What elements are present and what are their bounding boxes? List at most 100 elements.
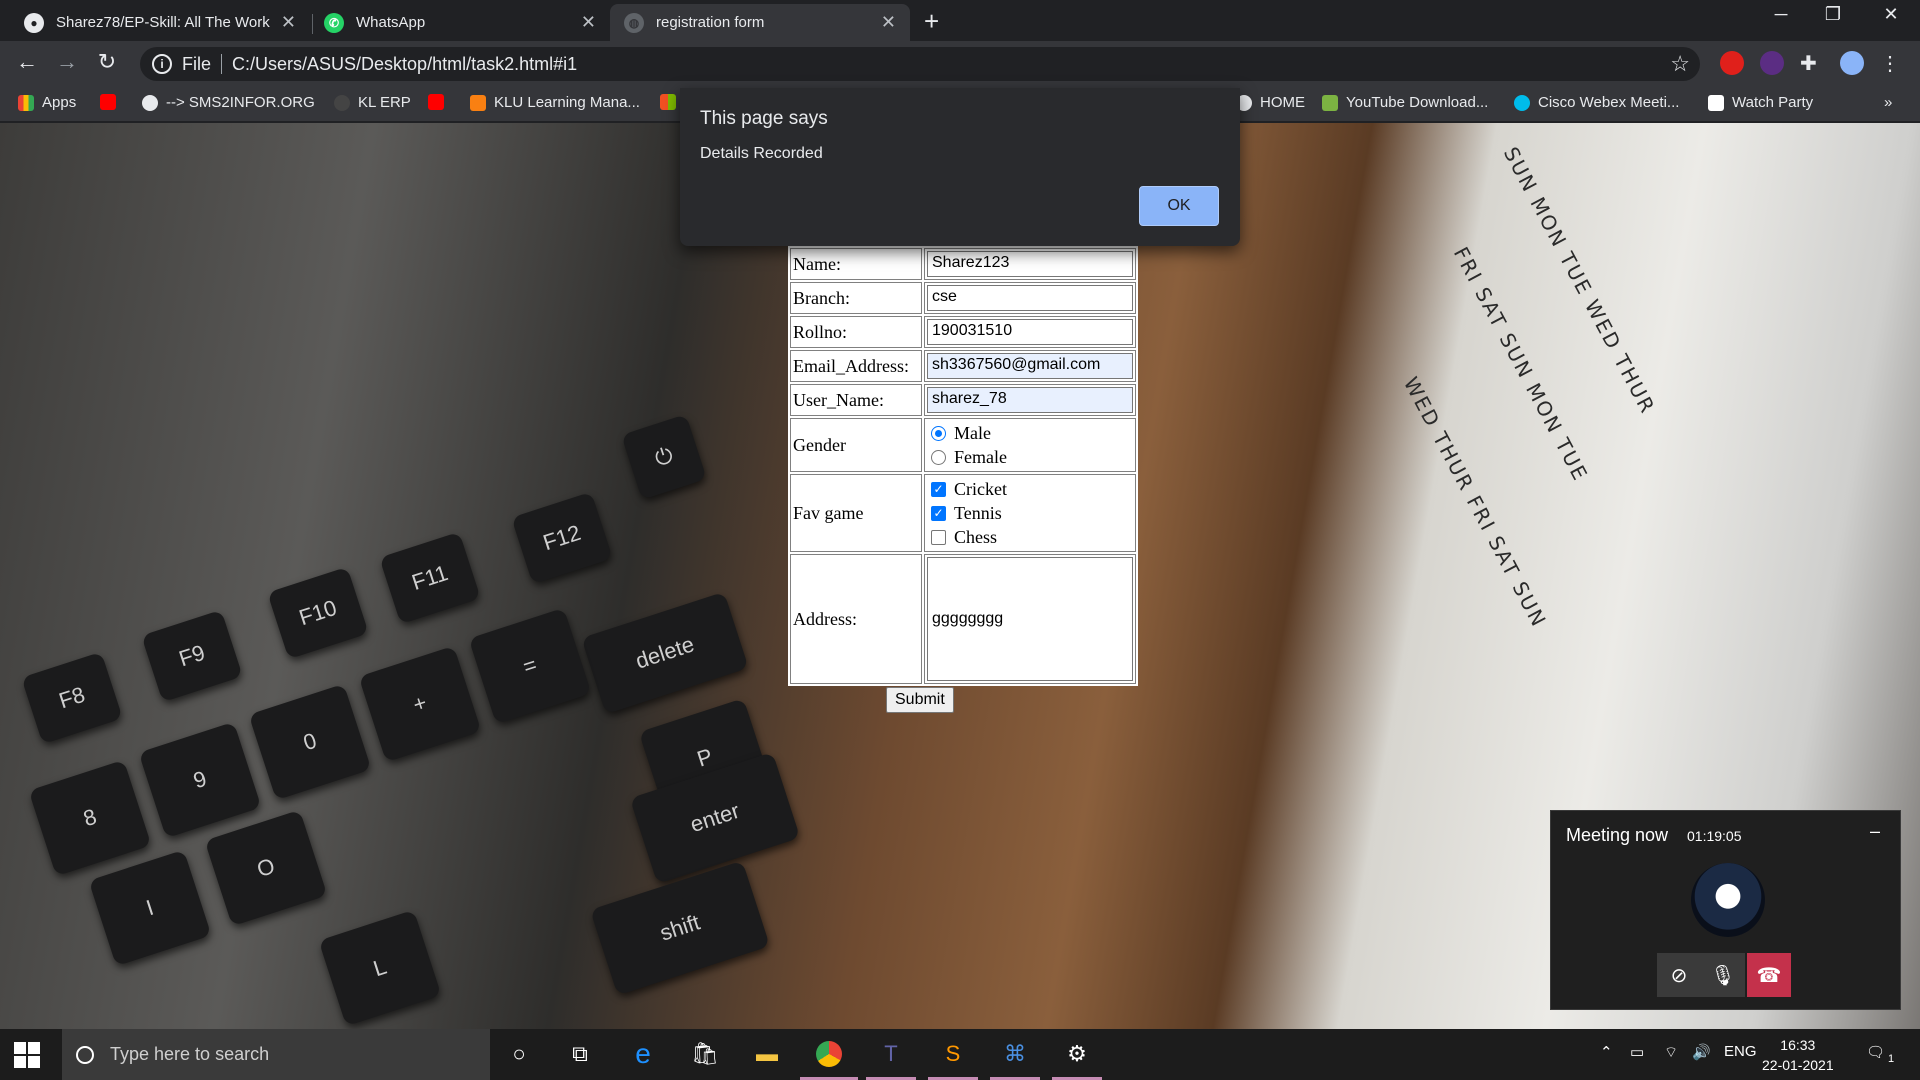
file-explorer-icon[interactable]: ▬: [750, 1037, 784, 1071]
download-icon: [1322, 94, 1338, 111]
taskbar-search-box[interactable]: Type here to search: [62, 1029, 490, 1080]
network-app-icon[interactable]: ⌘: [998, 1037, 1032, 1071]
cortana-icon[interactable]: ○: [502, 1037, 536, 1071]
address-label: Address:: [790, 554, 922, 684]
bookmarks-overflow-button[interactable]: »: [1884, 94, 1892, 111]
whatsapp-icon: ✆: [324, 12, 344, 33]
username-input[interactable]: sharez_78: [927, 387, 1133, 413]
edge-icon[interactable]: e: [626, 1037, 660, 1071]
wallpaper-key: F10: [267, 566, 369, 660]
amazon-icon: [1708, 94, 1724, 111]
meeting-now-popup[interactable]: Meeting now 01:19:05 – ⊘ 🎙 ☎: [1550, 810, 1901, 1010]
extension-icon-purple[interactable]: [1760, 51, 1784, 75]
menu-kebab-icon[interactable]: ⋮: [1880, 51, 1904, 75]
battery-icon[interactable]: ▭: [1630, 1043, 1644, 1061]
close-window-button[interactable]: ✕: [1868, 4, 1914, 25]
bookmark-youtube-download[interactable]: YouTube Download...: [1322, 94, 1488, 111]
wifi-icon[interactable]: ⌔: [1664, 1043, 1678, 1062]
branch-label: Branch:: [790, 282, 922, 314]
puzzle-icon[interactable]: ✚: [1800, 51, 1824, 75]
tennis-checkbox[interactable]: ✓: [931, 505, 946, 521]
bookmark-label: Cisco Webex Meeti...: [1538, 94, 1680, 111]
address-bar[interactable]: i File C:/Users/ASUS/Desktop/html/task2.…: [140, 47, 1700, 81]
camera-off-icon[interactable]: ⊘: [1657, 953, 1701, 997]
chrome-icon[interactable]: [812, 1037, 846, 1071]
male-radio[interactable]: [931, 425, 946, 441]
username-label: User_Name:: [790, 384, 922, 416]
close-icon[interactable]: ✕: [881, 12, 896, 33]
close-icon[interactable]: ✕: [581, 12, 596, 33]
notification-icon[interactable]: 🗨: [1866, 1043, 1885, 1061]
bookmark-watch-party[interactable]: Watch Party: [1708, 94, 1813, 111]
apps-grid-icon: [18, 94, 34, 111]
info-icon[interactable]: i: [152, 54, 172, 74]
minimize-icon[interactable]: –: [1870, 821, 1880, 842]
address-textarea[interactable]: gggggggg: [927, 557, 1133, 681]
globe-icon: [142, 94, 158, 111]
tab-registration-form[interactable]: ◍ registration form ✕: [610, 4, 910, 41]
windows-start-icon[interactable]: [14, 1042, 40, 1068]
wallpaper-key: +: [358, 645, 482, 763]
game-option-cricket[interactable]: ✓ Cricket: [927, 477, 1133, 501]
store-icon[interactable]: 🛍: [688, 1037, 722, 1071]
name-input[interactable]: Sharez123: [927, 251, 1133, 277]
youtube-icon: [100, 94, 116, 110]
wallpaper-key: 8: [28, 759, 152, 877]
hang-up-icon[interactable]: ☎: [1747, 953, 1791, 997]
bookmark-klu-learning[interactable]: KLU Learning Mana...: [470, 94, 640, 111]
windows-taskbar: Type here to search ○ ⧉ e 🛍 ▬ T S ⌘ ⚙ ⌃ …: [0, 1029, 1920, 1080]
search-placeholder: Type here to search: [110, 1044, 270, 1064]
cricket-checkbox[interactable]: ✓: [931, 481, 946, 497]
volume-icon[interactable]: 🔊: [1692, 1043, 1711, 1061]
tab-github[interactable]: ● Sharez78/EP-Skill: All The Work n ✕: [10, 4, 310, 41]
mic-off-icon[interactable]: 🎙: [1701, 953, 1745, 997]
wallpaper-key: shift: [590, 860, 770, 996]
sublime-text-icon[interactable]: S: [936, 1037, 970, 1071]
gender-option-male[interactable]: Male: [927, 421, 1133, 445]
bookmark-apps[interactable]: Apps: [18, 94, 76, 111]
language-indicator[interactable]: ENG: [1724, 1043, 1757, 1060]
bookmark-youtube-2[interactable]: [428, 94, 452, 110]
rollno-label: Rollno:: [790, 316, 922, 348]
bookmark-star-icon[interactable]: ☆: [1670, 51, 1690, 77]
gender-option-female[interactable]: Female: [927, 445, 1133, 469]
game-option-tennis[interactable]: ✓ Tennis: [927, 501, 1133, 525]
female-label: Female: [954, 446, 1007, 467]
branch-input[interactable]: cse: [927, 285, 1133, 311]
close-icon[interactable]: ✕: [281, 12, 296, 33]
bookmark-kl-erp[interactable]: KL ERP: [334, 94, 411, 111]
bookmark-webex[interactable]: Cisco Webex Meeti...: [1514, 94, 1679, 111]
taskbar-clock[interactable]: 16:33 22-01-2021: [1762, 1035, 1834, 1075]
wallpaper-key: F8: [21, 651, 123, 745]
gender-label: Gender: [790, 418, 922, 472]
teams-icon[interactable]: T: [874, 1037, 908, 1071]
chevron-up-icon[interactable]: ⌃: [1600, 1043, 1613, 1061]
extension-icon-red[interactable]: [1720, 51, 1744, 75]
bookmark-youtube-1[interactable]: [100, 94, 124, 110]
bookmark-sms2infor[interactable]: --> SMS2INFOR.ORG: [142, 94, 315, 111]
bookmark-label: YouTube Download...: [1346, 94, 1489, 111]
rollno-input[interactable]: 190031510: [927, 319, 1133, 345]
new-tab-button[interactable]: +: [924, 6, 939, 37]
email-field[interactable]: sh3367560@gmail.com: [927, 353, 1133, 379]
settings-gear-icon[interactable]: ⚙: [1060, 1037, 1094, 1071]
submit-button[interactable]: Submit: [886, 687, 954, 713]
reload-icon[interactable]: ↻: [92, 49, 122, 75]
tab-whatsapp[interactable]: ✆ WhatsApp ✕: [310, 4, 610, 41]
ok-button[interactable]: OK: [1139, 186, 1219, 226]
female-radio[interactable]: [931, 449, 946, 465]
avatar: [1691, 863, 1765, 937]
chess-checkbox[interactable]: [931, 529, 946, 545]
form-row-username: User_Name: sharez_78: [790, 384, 1136, 416]
restore-button[interactable]: ❐: [1810, 4, 1856, 25]
task-view-icon[interactable]: ⧉: [563, 1037, 597, 1071]
forward-arrow-icon[interactable]: →: [52, 49, 82, 75]
back-arrow-icon[interactable]: ←: [12, 49, 42, 75]
bookmark-home[interactable]: HOME: [1236, 94, 1305, 111]
wallpaper-key: F12: [511, 491, 613, 585]
avatar[interactable]: [1840, 51, 1864, 75]
minimize-button[interactable]: ─: [1758, 4, 1804, 25]
bookmark-label: KL ERP: [358, 94, 411, 111]
moodle-icon: [470, 94, 486, 111]
game-option-chess[interactable]: Chess: [927, 525, 1133, 549]
